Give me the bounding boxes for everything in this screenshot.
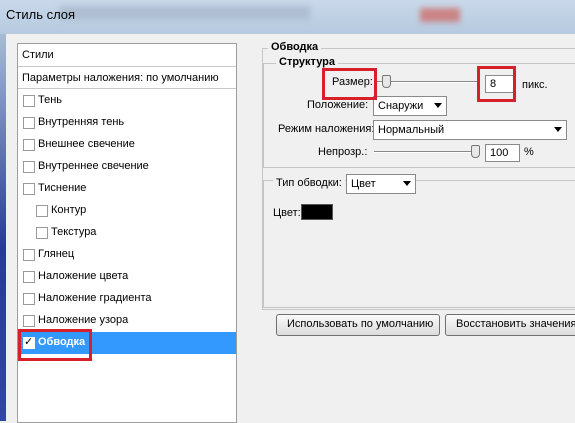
title-bar: Стиль слоя <box>0 0 575 34</box>
make-default-label: Использовать по умолчанию <box>287 318 434 330</box>
size-unit: пикс. <box>522 79 548 91</box>
position-select[interactable]: Снаружи <box>373 96 447 116</box>
style-checkbox[interactable] <box>23 271 35 283</box>
style-item-outer-glow[interactable]: Внешнее свечение <box>18 134 236 156</box>
styles-list: Стили Параметры наложения: по умолчанию … <box>17 43 237 423</box>
style-item-label: Внешнее свечение <box>38 138 135 150</box>
style-item-label: Контур <box>51 204 87 216</box>
blend-mode-label: Режим наложения: <box>278 123 375 135</box>
fill-type-select[interactable]: Цвет <box>346 174 416 194</box>
blending-options-item[interactable]: Параметры наложения: по умолчанию <box>18 67 236 89</box>
opacity-slider[interactable] <box>374 151 479 153</box>
chevron-down-icon <box>434 103 442 108</box>
chevron-down-icon <box>554 127 562 132</box>
fill-type-label: Тип обводки: <box>273 177 345 189</box>
opacity-input[interactable]: 100 <box>485 144 520 162</box>
make-default-button[interactable]: Использовать по умолчанию <box>276 314 440 336</box>
styles-header-label: Стили <box>22 49 54 61</box>
opacity-unit: % <box>524 146 534 158</box>
style-checkbox[interactable] <box>36 205 48 217</box>
highlight-box <box>322 68 377 100</box>
style-item-label: Внутреннее свечение <box>38 160 149 172</box>
stroke-section-title: Обводка <box>268 41 322 53</box>
style-item-contour[interactable]: Контур <box>18 200 236 222</box>
style-checkbox[interactable] <box>23 139 35 151</box>
position-value: Снаружи <box>378 100 424 112</box>
color-swatch[interactable] <box>301 204 333 220</box>
style-item-inner-glow[interactable]: Внутреннее свечение <box>18 156 236 178</box>
style-checkbox[interactable] <box>23 161 35 173</box>
style-item-texture[interactable]: Текстура <box>18 222 236 244</box>
style-item-label: Наложение узора <box>38 314 129 326</box>
style-checkbox[interactable] <box>23 293 35 305</box>
style-item-label: Внутренняя тень <box>38 116 125 128</box>
blend-mode-value: Нормальный <box>378 124 445 136</box>
reset-default-label: Восстановить значения по умолчанию <box>456 318 575 330</box>
chevron-down-icon <box>403 181 411 186</box>
style-item-label: Тиснение <box>38 182 87 194</box>
structure-title: Структура <box>276 56 338 68</box>
blurred-region <box>60 6 310 20</box>
position-label: Положение: <box>307 99 369 111</box>
style-checkbox[interactable] <box>23 117 35 129</box>
blending-options-label: Параметры наложения: по умолчанию <box>22 72 219 84</box>
size-slider-thumb[interactable] <box>382 75 391 88</box>
style-item-label: Наложение цвета <box>38 270 129 282</box>
style-item-satin[interactable]: Глянец <box>18 244 236 266</box>
style-checkbox[interactable] <box>23 249 35 261</box>
highlight-box <box>477 66 516 102</box>
style-item-gradient-overlay[interactable]: Наложение градиента <box>18 288 236 310</box>
reset-default-button[interactable]: Восстановить значения по умолчанию <box>445 314 575 336</box>
blend-mode-select[interactable]: Нормальный <box>373 120 567 140</box>
highlight-box <box>18 329 92 361</box>
style-item-label: Глянец <box>38 248 75 260</box>
blurred-region <box>420 8 460 22</box>
fill-type-group <box>263 180 575 308</box>
styles-header[interactable]: Стили <box>18 44 236 67</box>
style-item-label: Наложение градиента <box>38 292 152 304</box>
color-label: Цвет: <box>273 207 301 219</box>
style-item-label: Текстура <box>51 226 97 238</box>
style-checkbox[interactable] <box>23 315 35 327</box>
style-checkbox[interactable] <box>23 183 35 195</box>
opacity-value: 100 <box>490 147 509 159</box>
style-item-label: Тень <box>38 94 63 106</box>
style-item-color-overlay[interactable]: Наложение цвета <box>18 266 236 288</box>
style-item-drop-shadow[interactable]: Тень <box>18 90 236 112</box>
style-checkbox[interactable] <box>36 227 48 239</box>
style-item-bevel-emboss[interactable]: Тиснение <box>18 178 236 200</box>
window-title: Стиль слоя <box>6 7 76 22</box>
opacity-slider-thumb[interactable] <box>471 145 480 158</box>
style-item-inner-shadow[interactable]: Внутренняя тень <box>18 112 236 134</box>
style-checkbox[interactable] <box>23 95 35 107</box>
fill-type-value: Цвет <box>351 178 376 190</box>
opacity-label: Непрозр.: <box>318 146 368 158</box>
